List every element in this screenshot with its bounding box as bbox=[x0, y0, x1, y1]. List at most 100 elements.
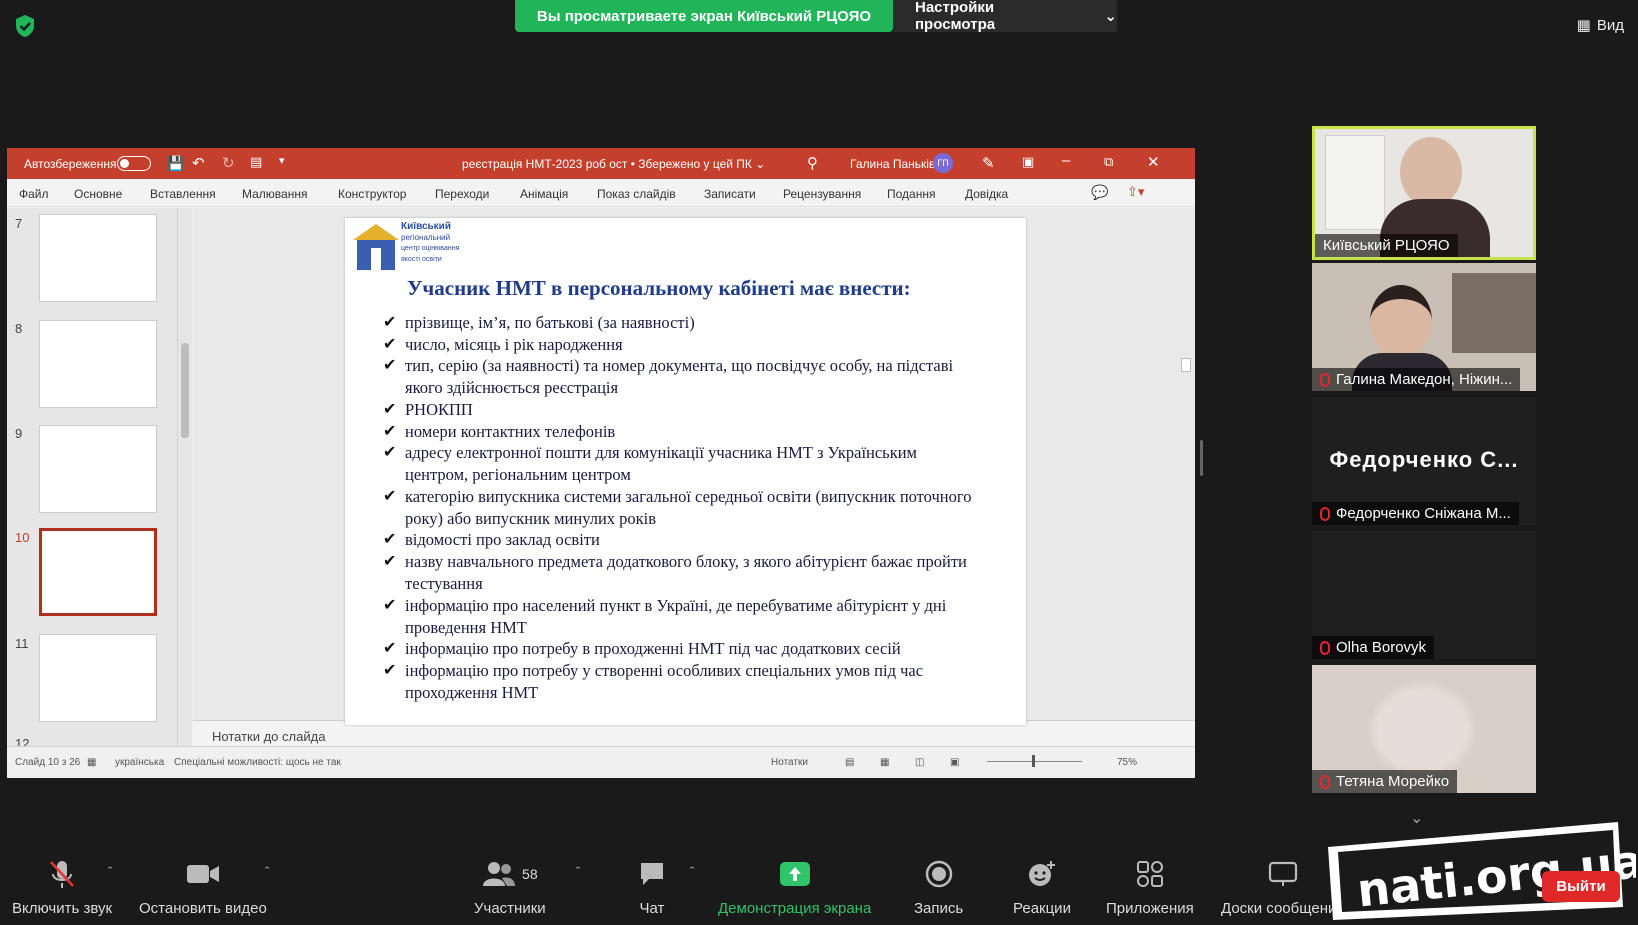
view-button[interactable]: ▦ Вид bbox=[1577, 16, 1624, 35]
avatar[interactable]: ГП bbox=[933, 153, 953, 173]
user-name: Галина Паньків bbox=[850, 157, 936, 171]
view-settings-label: Настройки просмотра bbox=[915, 0, 996, 33]
tab-transitions[interactable]: Переходи bbox=[435, 187, 489, 201]
share-screen-button[interactable]: Демонстрация экрана bbox=[718, 858, 871, 917]
background-poster bbox=[1325, 135, 1385, 230]
slide-thumbnails[interactable]: 7 8 9 10 11 12 bbox=[7, 208, 192, 746]
participants-button[interactable]: 58 Участники bbox=[474, 858, 546, 917]
participant-name: Тетяна Морейко bbox=[1312, 770, 1458, 793]
share-icon[interactable]: ⇧▾ bbox=[1127, 184, 1144, 200]
tab-view[interactable]: Подання bbox=[887, 187, 935, 201]
participant-name: Київський РЦОЯО bbox=[1315, 234, 1458, 257]
pane-divider[interactable] bbox=[1200, 440, 1203, 476]
ppt-titlebar: Автозбереження 💾 ↶ ↻ ▤ ▾ реєстрація НМТ-… bbox=[7, 148, 1195, 179]
checkmark-icon: ✔ bbox=[383, 553, 397, 570]
minimize-icon[interactable]: – bbox=[1062, 152, 1070, 169]
slide-title: Учасник НМТ в персональному кабінеті має… bbox=[407, 276, 911, 300]
ribbon-tabs: Файл Основне Вставлення Малювання Констр… bbox=[7, 179, 1195, 207]
share-banner: Вы просматриваете экран Київський РЦОЯО bbox=[515, 0, 893, 32]
editor-scrollbar[interactable] bbox=[1178, 208, 1195, 720]
video-options-caret-icon[interactable]: ˆ bbox=[265, 864, 269, 879]
view-settings-dropdown[interactable]: Настройки просмотра ⌄ bbox=[893, 0, 1117, 33]
reactions-button[interactable]: Реакции bbox=[1013, 858, 1071, 917]
leave-meeting-button[interactable]: Выйти bbox=[1542, 871, 1620, 902]
scroll-thumb[interactable] bbox=[181, 343, 189, 438]
checkmark-icon: ✔ bbox=[383, 314, 397, 331]
accessibility-status[interactable]: Спеціальні можливості: щось не так bbox=[174, 757, 341, 768]
slide-thumbnail[interactable] bbox=[39, 634, 157, 722]
video-tile[interactable]: Галина Македон, Ніжин... bbox=[1312, 263, 1536, 391]
participants-count: 58 bbox=[522, 866, 538, 882]
undo-icon[interactable]: ↶ bbox=[192, 154, 205, 172]
thumb-number: 8 bbox=[15, 321, 23, 336]
slide-thumbnail-selected[interactable] bbox=[39, 528, 157, 616]
zoom-slider[interactable] bbox=[987, 755, 1082, 767]
checkmark-icon: ✔ bbox=[383, 531, 397, 548]
normal-view-icon[interactable]: ▤ bbox=[845, 757, 854, 768]
mic-muted-icon bbox=[1320, 372, 1330, 387]
tab-help[interactable]: Довідка bbox=[965, 187, 1008, 201]
slide-thumbnail[interactable] bbox=[39, 425, 157, 513]
slide-canvas[interactable]: Київський регіональний центр оцінювання … bbox=[345, 218, 1026, 725]
reading-view-icon[interactable]: ◫ bbox=[915, 757, 924, 768]
sorter-view-icon[interactable]: ▦ bbox=[880, 757, 889, 768]
nati-watermark: nati.org.ua bbox=[1328, 822, 1636, 920]
pen-icon[interactable]: ✎ bbox=[982, 154, 995, 172]
video-tile[interactable]: Тетяна Морейко bbox=[1312, 665, 1536, 793]
slide-thumbnail[interactable] bbox=[39, 320, 157, 408]
mic-muted-icon bbox=[1320, 506, 1330, 521]
spellcheck-icon[interactable]: ▦ bbox=[87, 757, 96, 768]
bullet-item: ✔ прізвище, ім’я, по батькові (за наявно… bbox=[383, 313, 695, 332]
tab-draw[interactable]: Малювання bbox=[242, 187, 307, 201]
shield-check-icon[interactable] bbox=[14, 14, 36, 38]
save-icon[interactable]: 💾 bbox=[167, 155, 184, 172]
video-tile[interactable]: Федорченко С... Федорченко Сніжана М... bbox=[1312, 397, 1536, 525]
checkmark-icon: ✔ bbox=[383, 444, 397, 461]
present-icon[interactable]: ▤ bbox=[250, 154, 262, 170]
customize-icon[interactable]: ▾ bbox=[279, 154, 285, 167]
tab-record[interactable]: Записати bbox=[704, 187, 756, 201]
tab-home[interactable]: Основне bbox=[74, 187, 122, 201]
tab-animations[interactable]: Анімація bbox=[520, 187, 568, 201]
chat-bubble-icon bbox=[638, 858, 666, 890]
slide-thumbnail[interactable] bbox=[39, 214, 157, 302]
chat-button[interactable]: Чат bbox=[638, 858, 666, 917]
thumbnail-scrollbar[interactable] bbox=[177, 208, 192, 746]
search-icon[interactable]: ⚲ bbox=[807, 154, 818, 172]
restore-icon[interactable]: ⧉ bbox=[1104, 154, 1113, 170]
comments-icon[interactable]: 💬 bbox=[1091, 184, 1108, 201]
checkmark-icon: ✔ bbox=[383, 401, 397, 418]
doc-title[interactable]: реєстрація НМТ-2023 роб ост • Збережено … bbox=[462, 157, 765, 171]
apps-button[interactable]: Приложения bbox=[1106, 858, 1194, 917]
slideshow-view-icon[interactable]: ▣ bbox=[950, 757, 959, 768]
chat-caret-icon[interactable]: ˆ bbox=[690, 864, 694, 879]
participants-caret-icon[interactable]: ˆ bbox=[576, 864, 580, 879]
tab-file[interactable]: Файл bbox=[19, 187, 49, 201]
zoom-level[interactable]: 75% bbox=[1117, 757, 1137, 768]
bullet-item: ✔ адресу електронної пошти для комунікаці… bbox=[383, 443, 917, 484]
checkmark-icon: ✔ bbox=[383, 488, 397, 505]
ribbon-display-icon[interactable]: ▣ bbox=[1022, 154, 1034, 170]
scroll-thumb[interactable] bbox=[1181, 358, 1191, 372]
participant-name: Olha Borovyk bbox=[1312, 636, 1435, 659]
record-button[interactable]: Запись bbox=[914, 858, 963, 917]
stop-video-button[interactable]: Остановить видео bbox=[139, 858, 267, 917]
autosave-toggle[interactable] bbox=[117, 156, 151, 171]
close-icon[interactable]: ✕ bbox=[1147, 153, 1160, 171]
bullet-item: ✔ номери контактних телефонів bbox=[383, 422, 616, 441]
audio-options-caret-icon[interactable]: ˆ bbox=[108, 864, 112, 879]
video-tile-active[interactable]: Київський РЦОЯО bbox=[1312, 126, 1536, 260]
tab-design[interactable]: Конструктор bbox=[338, 187, 406, 201]
unmute-button[interactable]: Включить звук bbox=[12, 858, 112, 917]
mic-off-icon bbox=[47, 858, 77, 890]
view-label: Вид bbox=[1596, 16, 1624, 34]
thumb-number: 12 bbox=[15, 736, 30, 746]
redo-icon[interactable]: ↻ bbox=[222, 154, 235, 172]
video-tile[interactable]: Olha Borovyk bbox=[1312, 531, 1536, 659]
checkmark-icon: ✔ bbox=[383, 662, 397, 679]
tab-review[interactable]: Рецензування bbox=[783, 187, 861, 201]
tab-insert[interactable]: Вставлення bbox=[150, 187, 216, 201]
language-label[interactable]: українська bbox=[115, 757, 164, 768]
tab-slideshow[interactable]: Показ слайдів bbox=[597, 187, 676, 201]
notes-button[interactable]: Нотатки bbox=[771, 757, 808, 768]
